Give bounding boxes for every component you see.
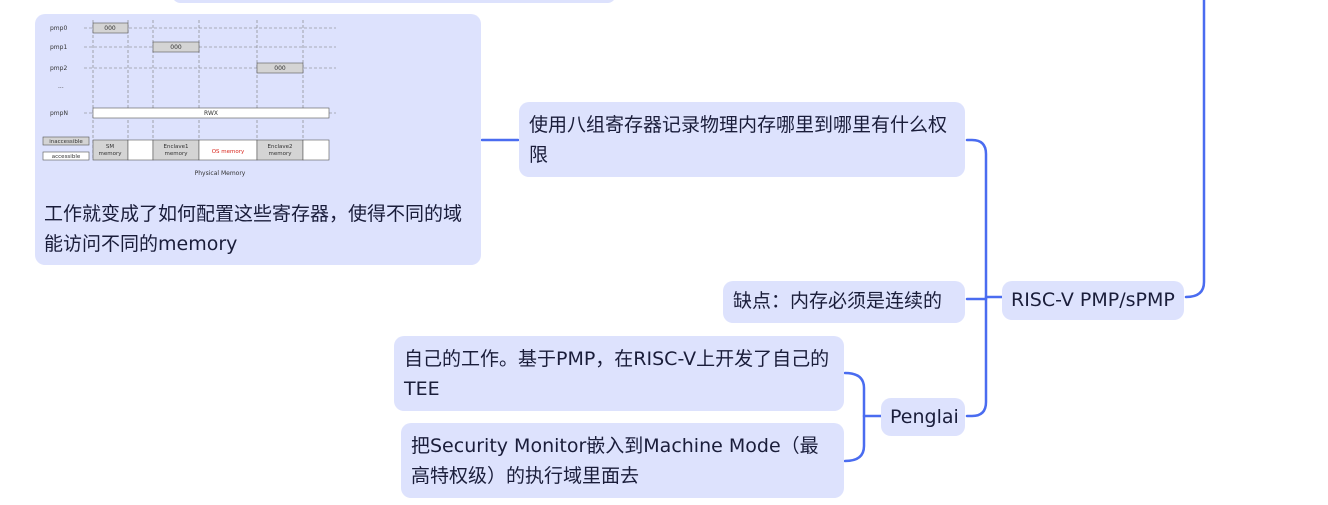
node-riscv-pmp[interactable]: RISC-V PMP/sPMP — [1002, 281, 1184, 320]
segment-sm-line1: SM — [106, 144, 114, 150]
node-security-monitor[interactable]: 把Security Monitor嵌入到Machine Mode（最高特权级）的… — [401, 423, 844, 498]
node-penglai-label: Penglai — [890, 406, 959, 428]
memory-segment-free — [302, 139, 330, 161]
memory-segment-enclave2 — [256, 139, 304, 161]
node-drawback-label: 缺点：内存必须是连续的 — [733, 290, 943, 312]
riscv-bracket — [965, 138, 988, 418]
pmp0-box-text: 000 — [104, 25, 116, 32]
pmp-row-label: ... — [58, 83, 64, 90]
pmp1-box-text: 000 — [170, 44, 182, 51]
node-own-work[interactable]: 自己的工作。基于PMP，在RISC-V上开发了自己的TEE — [394, 336, 844, 411]
pmp-row-label: pmp2 — [50, 65, 67, 72]
node-security-monitor-label: 把Security Monitor嵌入到Machine Mode（最高特权级）的… — [411, 435, 819, 487]
memory-segment-enclave1 — [152, 139, 200, 161]
segment-enclave1-line1: Enclave1 — [163, 144, 188, 150]
segment-sm-line2: memory — [99, 151, 123, 157]
physical-memory-caption: Physical Memory — [195, 170, 246, 177]
segment-os-label: OS memory — [212, 149, 245, 155]
pmpN-box-text: RWX — [204, 110, 218, 117]
node-drawback[interactable]: 缺点：内存必须是连续的 — [723, 281, 965, 323]
pmp-row-label: pmpN — [50, 110, 68, 117]
legend-inaccessible-text: inaccessible — [49, 139, 83, 145]
segment-enclave1-line2: memory — [165, 151, 189, 157]
root-connector — [1184, 0, 1206, 299]
penglai-bracket — [843, 371, 866, 463]
memory-segment-free — [127, 139, 154, 161]
pmp2-box-text: 000 — [274, 65, 286, 72]
legend-accessible-text: accessible — [52, 154, 81, 160]
node-own-work-label: 自己的工作。基于PMP，在RISC-V上开发了自己的TEE — [404, 348, 830, 400]
node-riscv-pmp-label: RISC-V PMP/sPMP — [1011, 289, 1175, 311]
segment-enclave2-line2: memory — [269, 151, 293, 157]
partial-node-top — [172, 0, 616, 3]
node-use-registers[interactable]: 使用八组寄存器记录物理内存哪里到哪里有什么权限 — [519, 102, 965, 177]
pmp-diagram: pmp0 pmp1 pmp2 ... pmpN 000 000 000 RWX … — [42, 20, 336, 177]
segment-enclave2-line1: Enclave2 — [267, 144, 292, 150]
node-use-registers-label: 使用八组寄存器记录物理内存哪里到哪里有什么权限 — [529, 114, 948, 166]
pmp-row-label: pmp1 — [50, 44, 67, 51]
memory-segment-sm — [92, 139, 129, 161]
pmp-row-label: pmp0 — [50, 25, 67, 32]
pmp-register-figure: pmp0 pmp1 pmp2 ... pmpN 000 000 000 RWX … — [40, 18, 340, 183]
node-config-note-label: 工作就变成了如何配置这些寄存器，使得不同的域能访问不同的memory — [44, 203, 463, 255]
node-penglai[interactable]: Penglai — [881, 398, 965, 436]
